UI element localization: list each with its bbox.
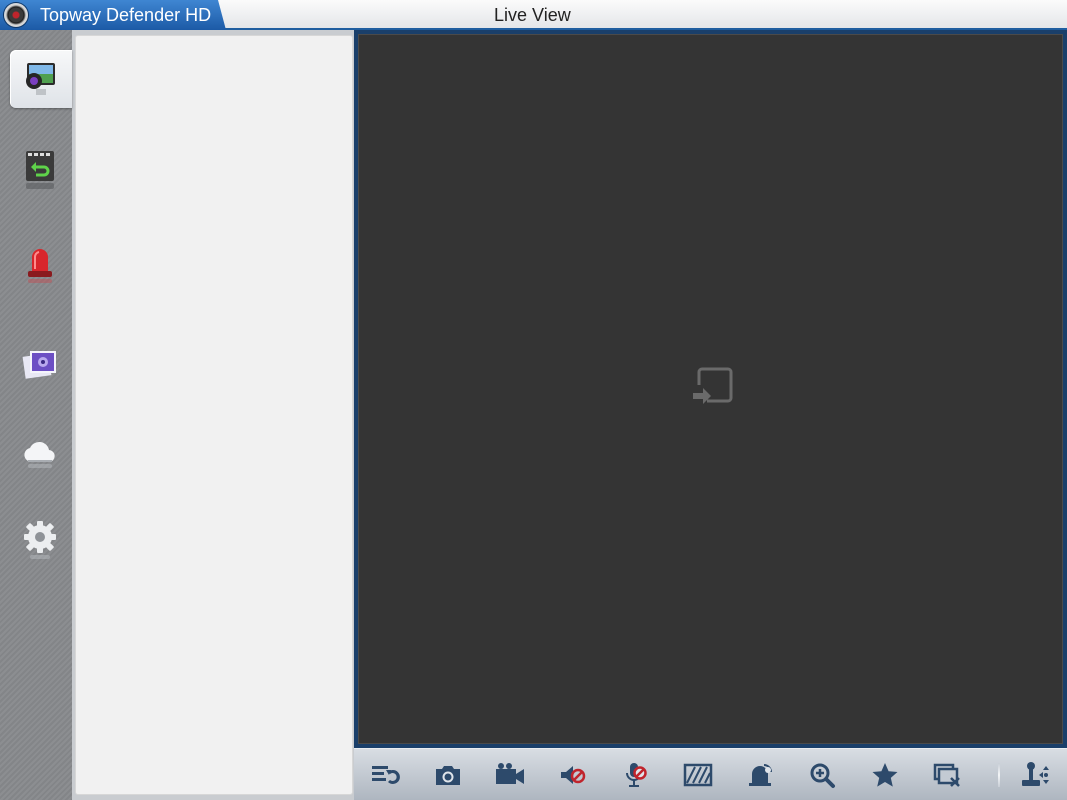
favorite-button[interactable] [868,758,902,792]
alarm-output-icon [749,764,772,786]
live-view-monitor-icon [26,63,55,95]
cloud-icon [24,441,55,468]
title-bar: Topway Defender HD Live View [0,0,1067,30]
sidebar-item-cloud[interactable] [10,424,70,482]
toolbar-divider [998,763,1000,787]
close-all-icon [933,763,960,787]
live-view-area [354,30,1067,748]
video-window[interactable] [358,34,1063,744]
intercom-toggle-button[interactable] [618,758,652,792]
sidebar-item-live-view[interactable] [10,50,72,108]
sidebar-item-playback[interactable] [10,140,70,198]
intercom-mute-icon [626,763,647,787]
ptz-control-icon [1022,762,1049,786]
window-layout-icon [683,763,713,787]
stream-quality-button[interactable] [368,758,402,792]
sidebar-item-gallery[interactable] [10,336,70,394]
close-all-button[interactable] [931,758,965,792]
record-icon [496,763,524,784]
record-button[interactable] [493,758,527,792]
gear-icon [24,521,56,559]
device-list-panel [75,35,353,795]
page-title: Live View [494,5,571,25]
live-view-toolbar [354,748,1067,800]
favorite-star-icon [872,763,898,787]
app-title: Topway Defender HD [40,5,212,25]
window-layout-button[interactable] [681,758,715,792]
snapshot-button[interactable] [431,758,465,792]
photo-gallery-icon [22,351,56,379]
alarm-siren-icon [28,249,52,283]
add-camera-icon[interactable] [689,363,737,411]
sidebar [0,30,72,800]
playback-film-icon [26,151,54,189]
alarm-output-button[interactable] [744,758,778,792]
snapshot-icon [436,766,460,785]
sidebar-item-settings[interactable] [10,510,70,568]
zoom-in-icon [810,763,835,788]
ptz-control-button[interactable] [1018,758,1052,792]
audio-toggle-button[interactable] [556,758,590,792]
stream-quality-icon [372,766,400,784]
audio-mute-icon [561,766,586,784]
app-logo-icon [4,3,28,27]
sidebar-item-alarm[interactable] [10,236,70,294]
digital-zoom-button[interactable] [806,758,840,792]
